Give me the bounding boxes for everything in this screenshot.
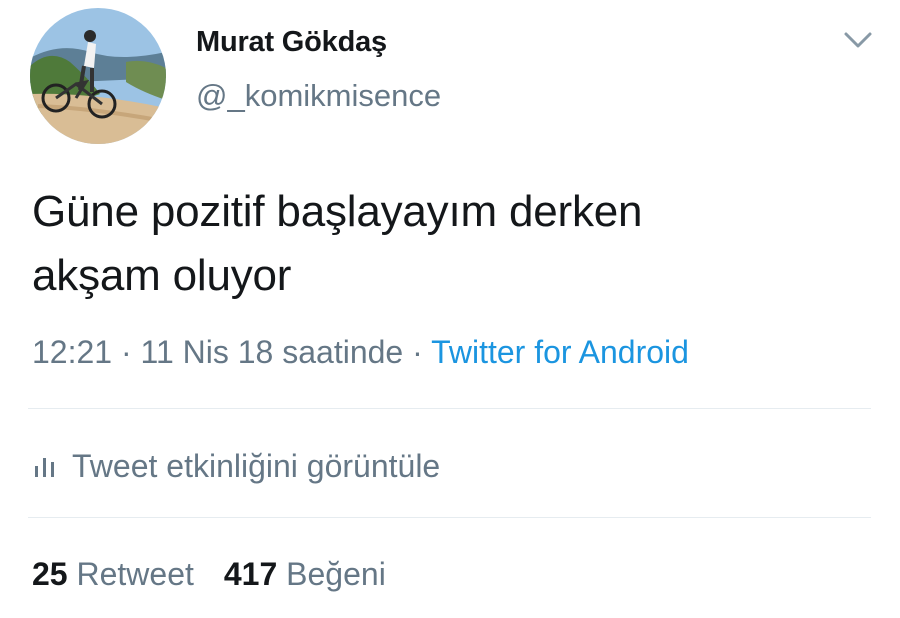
bar-chart-icon bbox=[32, 454, 58, 478]
divider bbox=[28, 517, 871, 518]
chevron-down-icon[interactable] bbox=[838, 26, 878, 56]
likes-label: Beğeni bbox=[286, 556, 386, 592]
tweet-meta: 12:21 · 11 Nis 18 saatinde · Twitter for… bbox=[32, 334, 689, 371]
tweet-time[interactable]: 12:21 bbox=[32, 334, 112, 370]
retweets-count: 25 bbox=[32, 556, 68, 592]
tweet-activity-label: Tweet etkinliğini görüntüle bbox=[72, 447, 441, 484]
tweet-card: Murat Gökdaş @_komikmisence Güne pozitif… bbox=[0, 0, 900, 618]
likes-count: 417 bbox=[223, 556, 278, 592]
meta-separator: · bbox=[412, 334, 423, 370]
display-name[interactable]: Murat Gökdaş bbox=[196, 26, 387, 59]
meta-separator: · bbox=[120, 334, 132, 370]
tweet-activity-link[interactable]: Tweet etkinliğini görüntüle bbox=[32, 446, 440, 486]
tweet-text: Güne pozitif başlayayım derken akşam olu… bbox=[32, 187, 643, 300]
divider bbox=[28, 408, 871, 409]
user-avatar[interactable] bbox=[30, 8, 166, 144]
retweets-label: Retweet bbox=[76, 556, 194, 592]
tweet-stats: 25 Retweet 417 Beğeni bbox=[32, 556, 416, 593]
tweet-source-link[interactable]: Twitter for Android bbox=[431, 334, 689, 370]
retweets-stat[interactable]: 25 Retweet bbox=[32, 556, 194, 593]
likes-stat[interactable]: 417 Beğeni bbox=[224, 556, 386, 593]
user-handle[interactable]: @_komikmisence bbox=[196, 78, 441, 114]
tweet-date[interactable]: 11 Nis 18 saatinde bbox=[141, 334, 404, 370]
avatar-photo bbox=[30, 8, 166, 144]
